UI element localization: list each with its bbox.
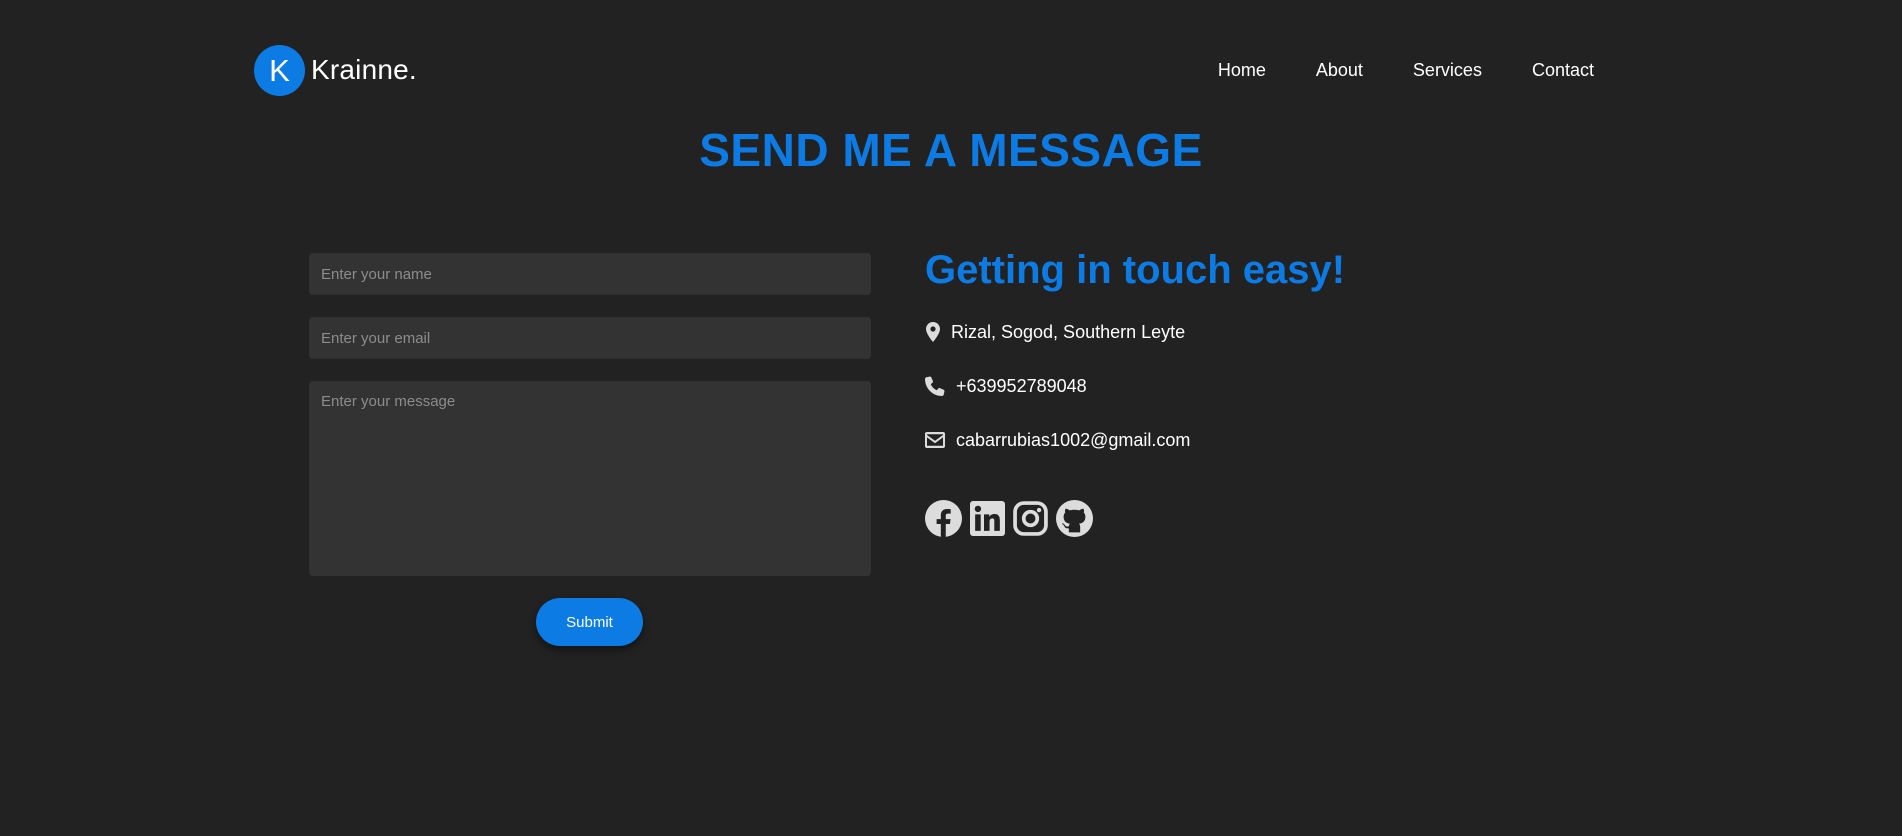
brand-logo[interactable]: K Krainne. <box>254 44 417 96</box>
submit-button[interactable]: Submit <box>536 598 643 646</box>
nav-menu: Home About Services Contact <box>1168 42 1594 98</box>
message-textarea[interactable] <box>309 381 871 576</box>
contact-location-text: Rizal, Sogod, Southern Leyte <box>951 321 1186 342</box>
navbar: K Krainne. Home About Services Contact <box>254 42 1594 98</box>
nav-link-about[interactable]: About <box>1316 60 1363 81</box>
page-title: SEND ME A MESSAGE <box>699 124 1203 176</box>
phone-icon <box>925 376 945 396</box>
github-icon[interactable] <box>1056 499 1093 537</box>
instagram-icon[interactable] <box>1013 500 1048 536</box>
brand-name: Krainne. <box>311 54 417 85</box>
social-links <box>925 499 1101 537</box>
contact-phone-row: +639952789048 <box>925 373 1087 399</box>
contact-location-row: Rizal, Sogod, Southern Leyte <box>925 319 1185 345</box>
envelope-icon <box>925 432 945 448</box>
facebook-icon[interactable] <box>925 499 962 537</box>
contact-phone-text: +639952789048 <box>956 375 1087 396</box>
contact-email-row: cabarrubias1002@gmail.com <box>925 427 1190 453</box>
nav-link-home[interactable]: Home <box>1218 60 1266 81</box>
linkedin-icon[interactable] <box>970 500 1005 536</box>
name-input[interactable] <box>309 253 871 295</box>
nav-link-services[interactable]: Services <box>1413 60 1482 81</box>
map-marker-icon <box>925 322 941 342</box>
email-input[interactable] <box>309 317 871 359</box>
contact-email-text: cabarrubias1002@gmail.com <box>956 429 1191 450</box>
nav-link-contact[interactable]: Contact <box>1532 60 1594 81</box>
brand-logo-circle: K <box>254 44 305 96</box>
contact-info-title: Getting in touch easy! <box>925 248 1346 292</box>
